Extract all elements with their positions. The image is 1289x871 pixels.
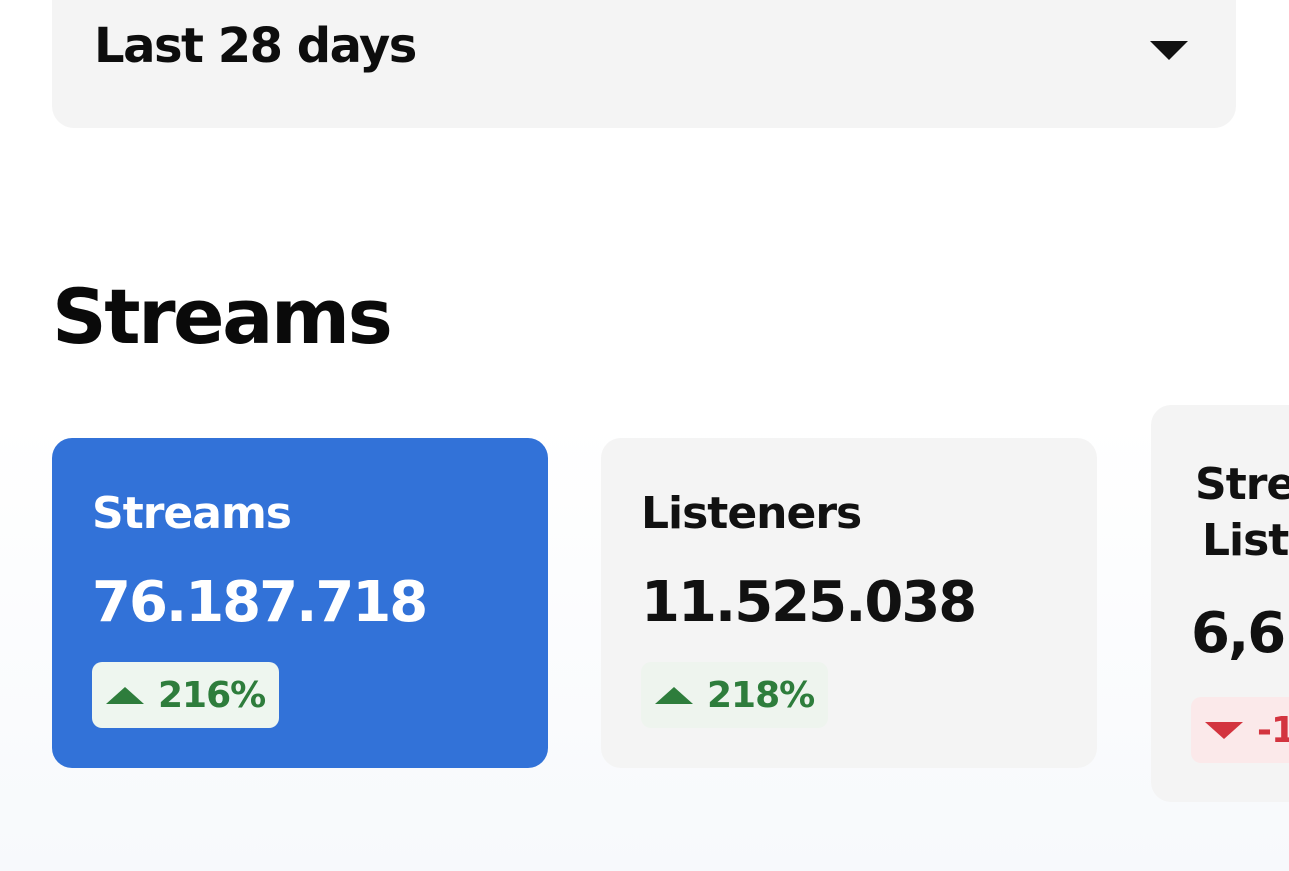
period-dropdown[interactable]: Last 28 days: [52, 0, 1236, 128]
metric-card-value: 11.525.038: [641, 570, 977, 635]
metric-card-value: 6,6: [1191, 601, 1286, 666]
metric-card-label: Stre List: [1195, 457, 1289, 569]
change-badge: 216%: [92, 662, 280, 728]
metric-card-value: 76.187.718: [92, 570, 428, 635]
metric-card-label-line2: List: [1201, 515, 1289, 566]
metric-card-streams-per-listener[interactable]: Stre List 6,6 -1: [1151, 405, 1289, 802]
metric-card-streams[interactable]: Streams 76.187.718 216%: [52, 438, 548, 768]
metric-card-label: Listeners: [641, 488, 862, 539]
change-value: 216%: [158, 674, 266, 716]
period-dropdown-label: Last 28 days: [94, 18, 417, 74]
metric-card-label-line1: Stre: [1195, 459, 1289, 510]
change-value: 218%: [707, 674, 815, 716]
trend-down-icon: [1205, 721, 1243, 739]
metric-card-label: Streams: [92, 488, 292, 539]
change-value: -1: [1257, 709, 1289, 751]
trend-up-icon: [106, 686, 144, 704]
change-badge: -1: [1191, 697, 1289, 763]
trend-up-icon: [655, 686, 693, 704]
section-title: Streams: [52, 272, 393, 361]
metric-card-listeners[interactable]: Listeners 11.525.038 218%: [601, 438, 1097, 768]
caret-down-icon: [1150, 41, 1188, 60]
change-badge: 218%: [641, 662, 829, 728]
stats-screen: Last 28 days Streams Streams 76.187.718 …: [0, 0, 1289, 871]
